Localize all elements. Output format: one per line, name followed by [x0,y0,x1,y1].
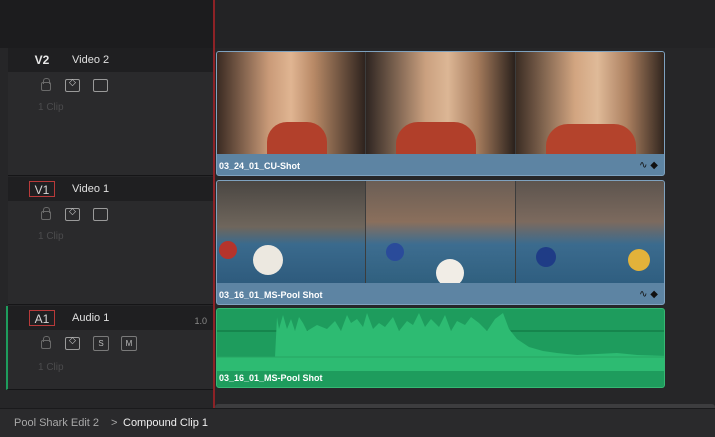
solo-button[interactable]: S [93,336,109,351]
thumbnail-frame [217,52,367,154]
track-enable-icon[interactable] [93,208,108,221]
clip-thumbnails [217,181,664,283]
clip-count-a1: 1 Clip [38,362,64,373]
clip-name: 03_24_01_CU-Shot [219,161,301,171]
pool-ball [627,249,650,271]
breadcrumb-parent[interactable]: Pool Shark Edit 2 [14,417,99,429]
auto-select-icon[interactable] [65,335,80,350]
breadcrumb: Pool Shark Edit 2 > Compound Clip 1 [0,408,715,437]
cue-ball [253,245,283,275]
clip-count-v2: 1 Clip [38,102,64,113]
track-enable-icon[interactable] [93,79,108,92]
lock-icon[interactable] [41,78,51,91]
lock-icon[interactable] [41,207,51,220]
pool-ball [386,243,405,261]
clip-fx-icons: ∿ ◆ [639,160,658,171]
clip-count-v1: 1 Clip [38,231,64,242]
cue-ball [436,259,465,283]
video-clip-v1[interactable]: 03_16_01_MS-Pool Shot ∿ ◆ [216,180,665,305]
thumbnail-frame [515,52,664,154]
breadcrumb-current[interactable]: Compound Clip 1 [123,417,208,429]
track-id-v2[interactable]: V2 [29,52,55,68]
clip-name: 03_16_01_MS-Pool Shot [219,290,323,300]
track-id-a1[interactable]: A1 [29,310,55,326]
thumbnail-frame [366,52,516,154]
track-name-a1[interactable]: Audio 1 [72,312,109,324]
timeline-ruler-left [0,0,213,48]
clip-name: 03_16_01_MS-Pool Shot [219,373,323,383]
mute-button[interactable]: M [121,336,137,351]
thumbnail-frame [366,181,516,283]
audio-clip-a1[interactable]: 03_16_01_MS-Pool Shot [216,308,665,388]
pool-ball [219,241,237,259]
track-header-a1[interactable]: A1 Audio 1 1.0 S M 1 Clip [6,306,213,390]
track-header-v1[interactable]: V1 Video 1 1 Clip [8,177,213,305]
video-clip-v2[interactable]: 03_24_01_CU-Shot ∿ ◆ [216,51,665,176]
shirt-shape [545,124,636,154]
auto-select-icon[interactable] [65,77,80,92]
clip-fx-icons: ∿ ◆ [639,289,658,300]
thumbnail-frame [217,181,367,283]
track-name-v2[interactable]: Video 2 [72,54,109,66]
timeline-ruler[interactable] [215,0,715,48]
shirt-shape [267,122,327,154]
clip-thumbnails [217,52,664,154]
audio-waveform [217,313,664,371]
track-name-v1[interactable]: Video 1 [72,183,109,195]
thumbnail-frame [515,181,664,283]
lock-icon[interactable] [41,336,51,349]
playhead[interactable] [213,0,215,408]
breadcrumb-separator: > [111,417,118,429]
track-id-v1[interactable]: V1 [29,181,55,197]
track-volume[interactable]: 1.0 [194,316,207,326]
track-header-v2[interactable]: V2 Video 2 1 Clip [8,48,213,176]
shirt-shape [396,122,477,154]
auto-select-icon[interactable] [65,206,80,221]
pool-ball [535,247,556,267]
